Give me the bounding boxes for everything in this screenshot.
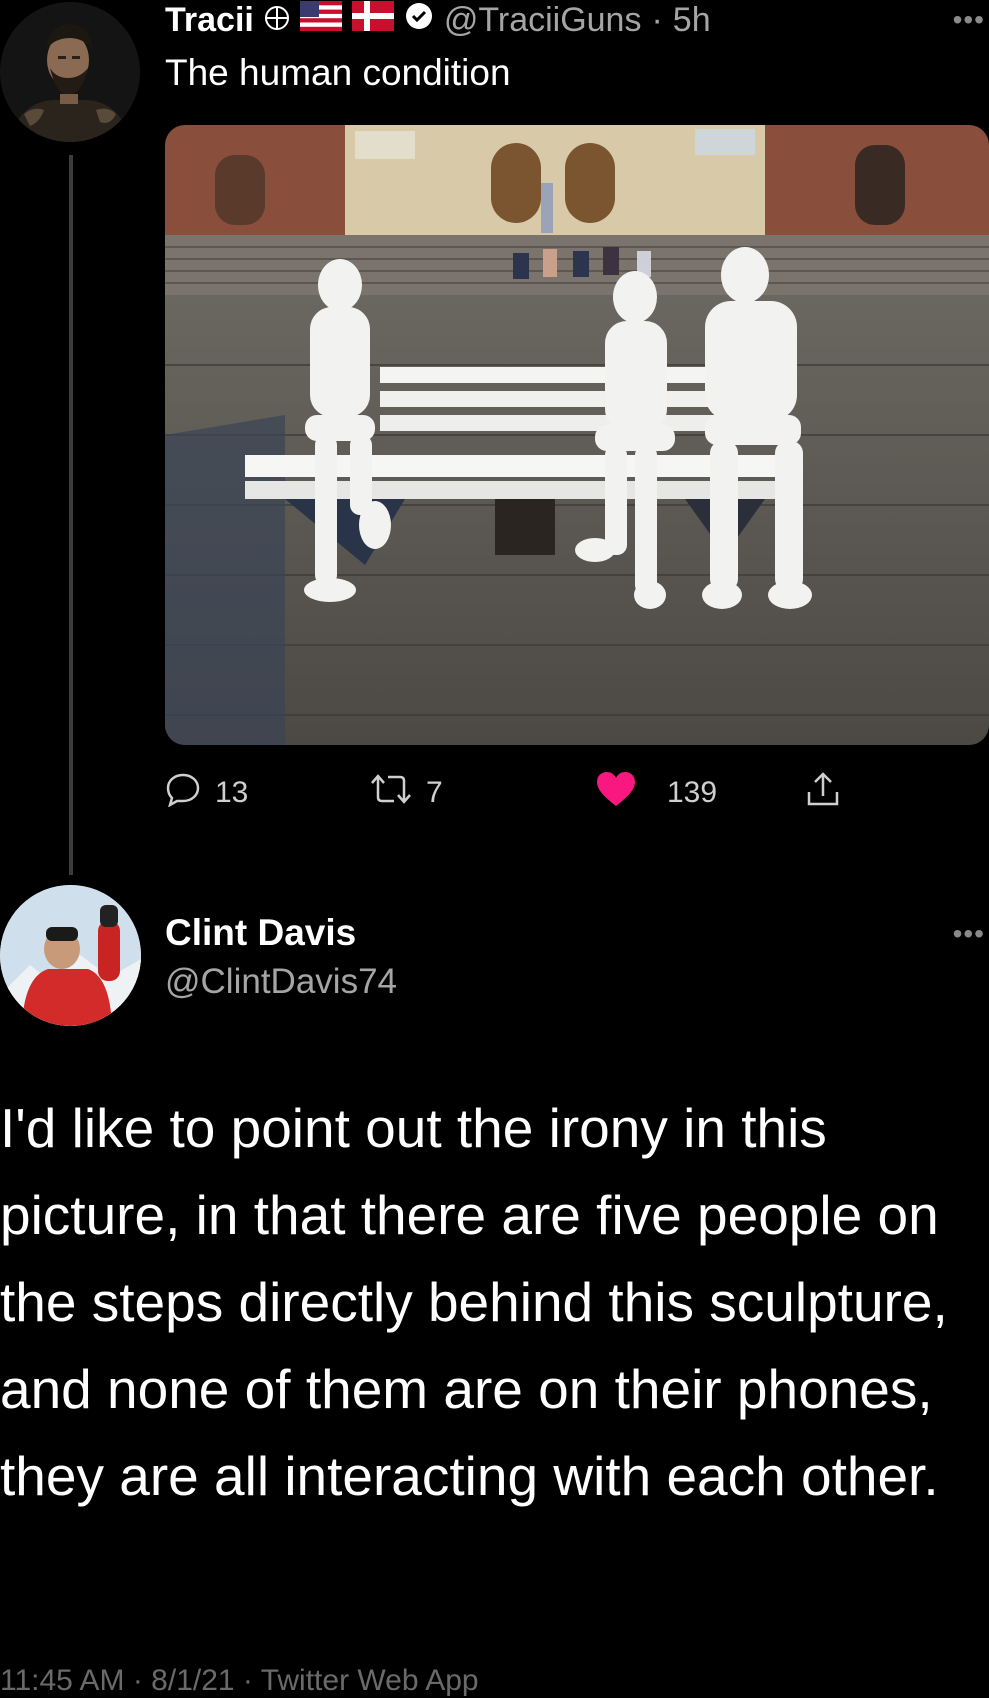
tracii-handle[interactable]: @TraciiGuns xyxy=(444,1,642,40)
verified-icon xyxy=(404,1,434,40)
us-flag-icon xyxy=(299,0,342,40)
reply-action[interactable]: 13 xyxy=(165,768,248,818)
tracii-display-name[interactable]: Tracii xyxy=(165,1,254,40)
reply-icon xyxy=(165,771,201,815)
tracii-avatar[interactable] xyxy=(0,2,140,142)
clint-display-name[interactable]: Clint Davis xyxy=(165,912,356,954)
denmark-flag-icon xyxy=(351,0,394,40)
thread-connector-line xyxy=(69,155,73,875)
share-icon xyxy=(805,770,841,816)
more-icon[interactable]: ••• xyxy=(953,4,985,36)
like-action[interactable]: 139 xyxy=(595,768,717,818)
retweet-icon xyxy=(370,771,412,815)
globe-plus-icon xyxy=(264,1,290,40)
time-separator: · xyxy=(651,0,663,39)
tweet2-footer: 11:45 AM · 8/1/21 · Twitter Web App xyxy=(0,1664,479,1697)
heart-icon xyxy=(595,770,637,816)
clint-handle[interactable]: @ClintDavis74 xyxy=(165,962,397,1002)
more-icon[interactable]: ••• xyxy=(953,918,985,950)
retweet-count: 7 xyxy=(426,776,443,809)
tweet2-text: I'd like to point out the irony in this … xyxy=(0,1097,948,1507)
tweet1-text: The human condition xyxy=(165,52,511,93)
clint-avatar[interactable] xyxy=(0,885,141,1026)
sculpture-photo[interactable] xyxy=(165,125,989,745)
tweet1-time[interactable]: 5h xyxy=(673,1,711,40)
reply-count: 13 xyxy=(215,776,249,809)
tweet1-header: Tracii @TraciiGuns · 5h xyxy=(165,0,711,40)
tweet1-actions: 13 7 139 xyxy=(165,768,865,818)
like-count: 139 xyxy=(667,776,718,809)
share-action[interactable] xyxy=(805,768,841,818)
retweet-action[interactable]: 7 xyxy=(370,768,443,818)
